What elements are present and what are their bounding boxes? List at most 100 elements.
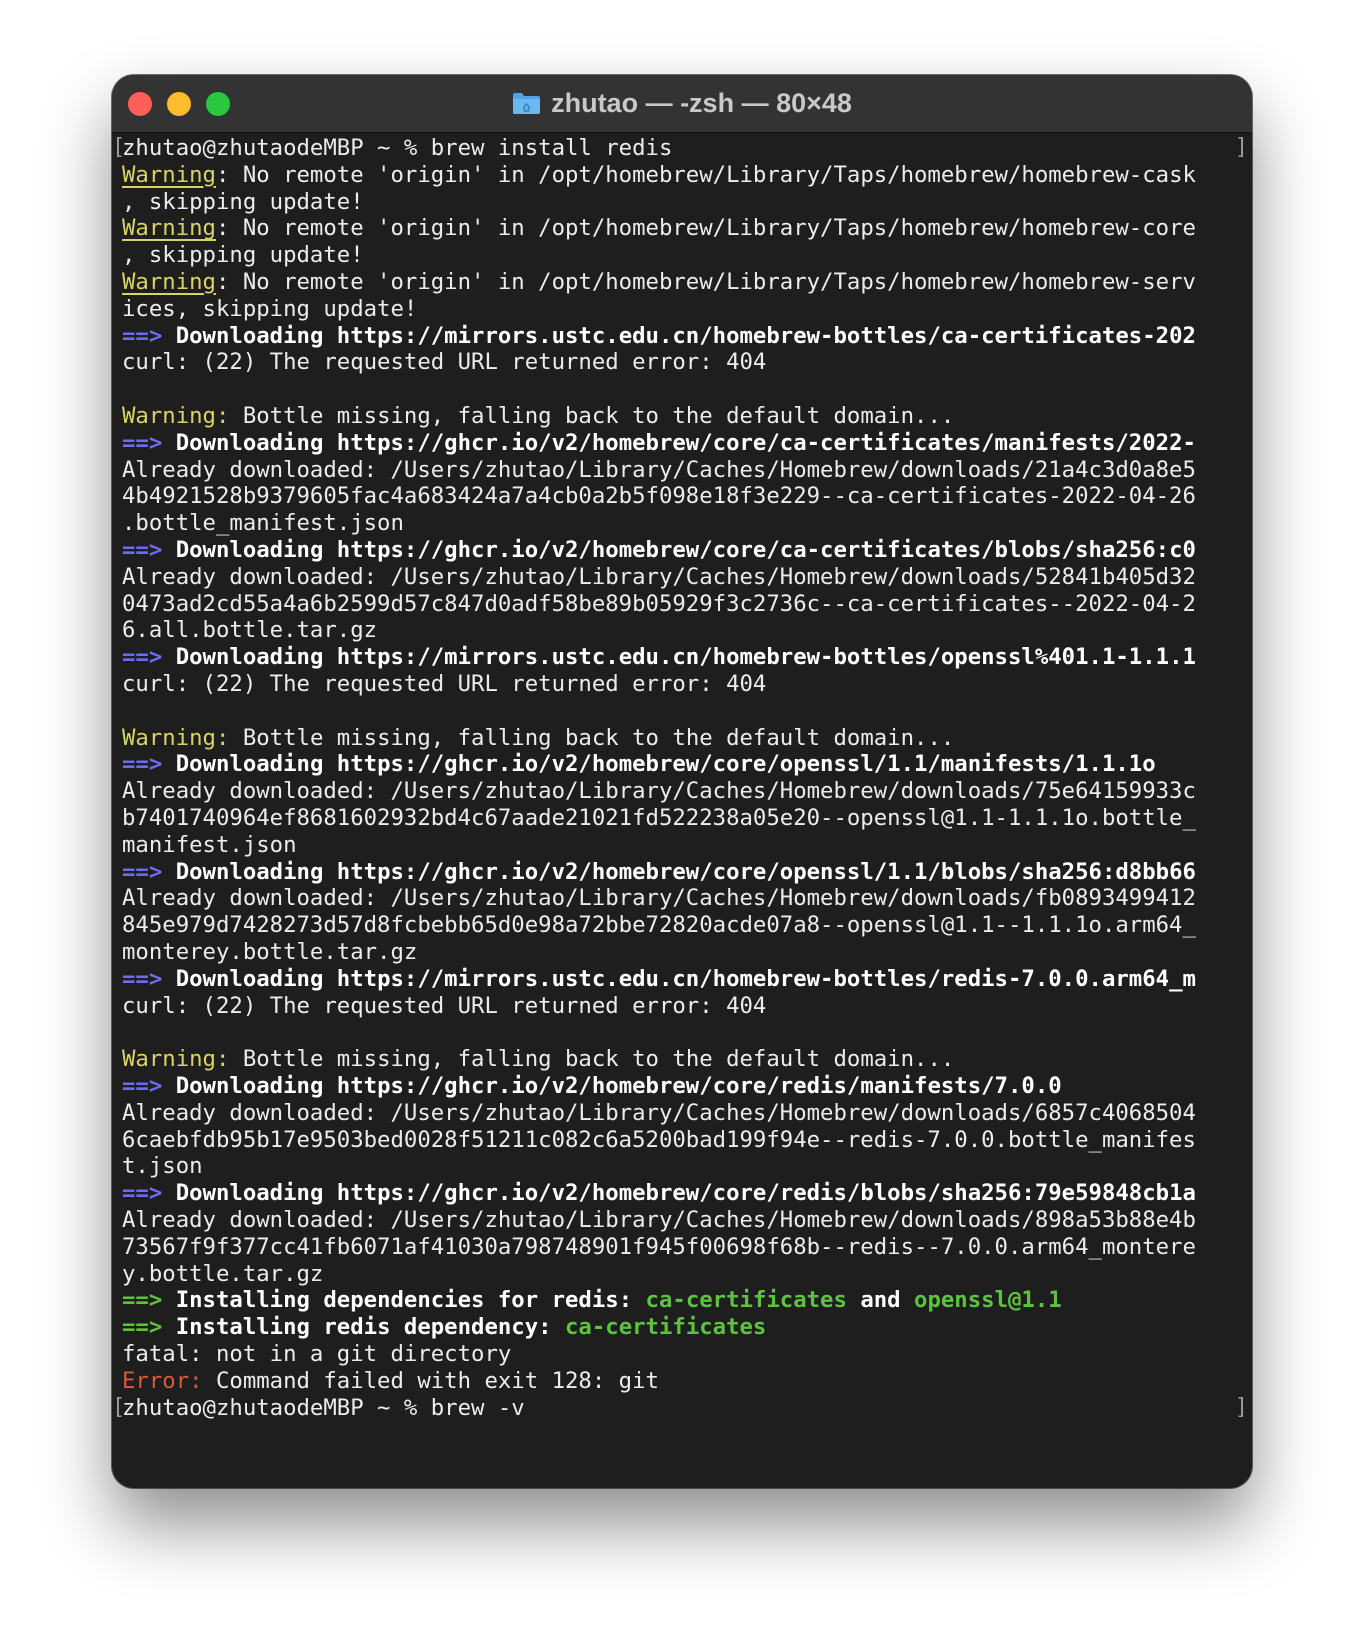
- terminal-line: ==> Downloading https://ghcr.io/v2/homeb…: [122, 429, 1196, 457]
- line-segment: ==>: [122, 965, 163, 992]
- terminal-line: ==> Installing redis dependency: ca-cert…: [122, 1313, 766, 1341]
- line-segment: openssl@1.1: [914, 1287, 1062, 1314]
- terminal-line: , skipping update!: [122, 241, 364, 269]
- terminal-line: curl: (22) The requested URL returned er…: [122, 670, 766, 698]
- window-title-wrap: zhutao — -zsh — 80×48: [112, 75, 1252, 132]
- line-segment: 845e979d7428273d57d8fcbebb65d0e98a72bbe7…: [122, 912, 1196, 939]
- terminal-line: Warning: No remote 'origin' in /opt/home…: [122, 161, 1196, 189]
- line-segment: ca-certificates: [645, 1287, 847, 1314]
- terminal-line: Warning: No remote 'origin' in /opt/home…: [122, 268, 1196, 296]
- line-segment: Installing dependencies for redis:: [162, 1287, 646, 1314]
- line-segment: Bottle missing, falling back to the defa…: [229, 724, 955, 751]
- line-segment: Command failed with exit 128: git: [202, 1367, 659, 1394]
- terminal-line: curl: (22) The requested URL returned er…: [122, 348, 766, 376]
- line-segment: and: [846, 1287, 915, 1314]
- terminal-line: Already downloaded: /Users/zhutao/Librar…: [122, 1206, 1196, 1234]
- terminal-line: Already downloaded: /Users/zhutao/Librar…: [122, 884, 1196, 912]
- terminal-line: 0473ad2cd55a4a6b2599d57c847d0adf58be89b0…: [122, 590, 1196, 618]
- window-title: zhutao — -zsh — 80×48: [551, 88, 852, 118]
- line-segment: : No remote 'origin' in /opt/homebrew/Li…: [215, 161, 1196, 188]
- terminal-line: curl: (22) The requested URL returned er…: [122, 992, 766, 1020]
- line-segment: Downloading https://mirrors.ustc.edu.cn/…: [162, 644, 1196, 671]
- line-segment: monterey.bottle.tar.gz: [122, 939, 418, 965]
- terminal-line: y.bottle.tar.gz: [122, 1260, 323, 1288]
- terminal-line: ==> Downloading https://ghcr.io/v2/homeb…: [122, 1072, 1062, 1100]
- terminal-line: Warning: Bottle missing, falling back to…: [122, 1045, 954, 1073]
- line-segment: ==>: [122, 1073, 163, 1099]
- line-segment: 6caebfdb95b17e9503bed0028f51211c082c6a52…: [122, 1126, 1196, 1153]
- terminal-line: t.json: [122, 1152, 203, 1180]
- line-segment: Downloading https://ghcr.io/v2/homebrew/…: [162, 1073, 1062, 1099]
- line-segment: ==>: [122, 644, 163, 671]
- line-segment: 73567f9f377cc41fb6071af41030a798748901f9…: [122, 1233, 1196, 1260]
- prompt-mark-right: ]: [1234, 135, 1248, 160]
- terminal-line: manifest.json: [122, 831, 297, 859]
- line-segment: : No remote 'origin' in /opt/homebrew/Li…: [215, 269, 1196, 295]
- terminal-line: ==> Downloading https://ghcr.io/v2/homeb…: [122, 536, 1196, 564]
- line-segment: t.json: [122, 1153, 203, 1180]
- line-segment: Already downloaded: /Users/zhutao/Librar…: [122, 1207, 1196, 1233]
- terminal-line: 4b4921528b9379605fac4a683424a7a4cb0a2b5f…: [122, 482, 1196, 510]
- line-segment: ==>: [122, 1287, 163, 1314]
- terminal-line: 845e979d7428273d57d8fcbebb65d0e98a72bbe7…: [122, 911, 1196, 939]
- terminal-line: ==> Downloading https://ghcr.io/v2/homeb…: [122, 858, 1196, 886]
- terminal-line: 73567f9f377cc41fb6071af41030a798748901f9…: [122, 1233, 1196, 1261]
- title-bar[interactable]: zhutao — -zsh — 80×48: [112, 75, 1252, 133]
- line-segment: y.bottle.tar.gz: [122, 1260, 324, 1287]
- terminal-line: zhutao@zhutaodeMBP ~ % brew install redi…: [122, 134, 672, 162]
- line-segment: Warning:: [122, 403, 230, 429]
- terminal-line: fatal: not in a git directory: [122, 1340, 511, 1368]
- line-segment: ==>: [122, 537, 163, 563]
- line-segment: manifest.json: [122, 831, 297, 858]
- line-segment: b7401740964ef8681602932bd4c67aade21021fd…: [122, 805, 1196, 831]
- line-segment: curl: (22) The requested URL returned er…: [122, 992, 767, 1019]
- line-segment: 6.all.bottle.tar.gz: [122, 617, 378, 644]
- terminal-line: .bottle_manifest.json: [122, 509, 404, 537]
- terminal-line: Already downloaded: /Users/zhutao/Librar…: [122, 456, 1196, 484]
- line-segment: Bottle missing, falling back to the defa…: [229, 1046, 955, 1073]
- terminal-line: Warning: No remote 'origin' in /opt/home…: [122, 214, 1196, 242]
- line-segment: ==>: [122, 429, 163, 456]
- line-segment: Warning: [122, 161, 216, 188]
- terminal-line: zhutao@zhutaodeMBP ~ % brew -v: [122, 1394, 525, 1422]
- line-segment: fatal: not in a git directory: [122, 1341, 512, 1367]
- terminal-line: Already downloaded: /Users/zhutao/Librar…: [122, 777, 1196, 805]
- line-segment: , skipping update!: [122, 188, 364, 215]
- terminal-line: b7401740964ef8681602932bd4c67aade21021fd…: [122, 804, 1196, 832]
- line-segment: ices, skipping update!: [122, 295, 418, 322]
- terminal-output[interactable]: zhutao@zhutaodeMBP ~ % brew install redi…: [112, 132, 1252, 1488]
- terminal-line: Warning: Bottle missing, falling back to…: [122, 724, 954, 752]
- terminal-line: Error: Command failed with exit 128: git: [122, 1367, 659, 1395]
- line-segment: 4b4921528b9379605fac4a683424a7a4cb0a2b5f…: [122, 483, 1196, 510]
- line-segment: ==>: [122, 858, 163, 885]
- line-segment: Downloading https://ghcr.io/v2/homebrew/…: [162, 751, 1156, 778]
- terminal-line: ==> Downloading https://mirrors.ustc.edu…: [122, 322, 1196, 350]
- prompt-mark-left: [: [112, 1394, 126, 1420]
- folder-icon: [512, 92, 541, 115]
- line-segment: Bottle missing, falling back to the defa…: [229, 403, 955, 429]
- line-segment: 0473ad2cd55a4a6b2599d57c847d0adf58be89b0…: [122, 590, 1196, 617]
- line-segment: : No remote 'origin' in /opt/homebrew/Li…: [215, 215, 1196, 242]
- line-segment: Downloading https://ghcr.io/v2/homebrew/…: [162, 1180, 1196, 1207]
- terminal-line: ==> Downloading https://ghcr.io/v2/homeb…: [122, 1179, 1196, 1207]
- line-segment: Downloading https://mirrors.ustc.edu.cn/…: [162, 965, 1196, 992]
- line-segment: Already downloaded: /Users/zhutao/Librar…: [122, 563, 1196, 590]
- terminal-line: Warning: Bottle missing, falling back to…: [122, 402, 954, 430]
- line-segment: Error:: [122, 1367, 203, 1394]
- terminal-line: ices, skipping update!: [122, 295, 417, 323]
- prompt-mark-right: ]: [1234, 1394, 1248, 1420]
- line-segment: curl: (22) The requested URL returned er…: [122, 349, 767, 376]
- terminal-line: , skipping update!: [122, 188, 364, 216]
- line-segment: Warning: [122, 215, 216, 242]
- terminal-window: zhutao — -zsh — 80×48 zhutao@zhutaodeMBP…: [112, 75, 1252, 1488]
- line-segment: Warning:: [122, 724, 230, 751]
- line-segment: curl: (22) The requested URL returned er…: [122, 671, 767, 697]
- line-segment: ==>: [122, 322, 163, 349]
- terminal-line: 6caebfdb95b17e9503bed0028f51211c082c6a52…: [122, 1126, 1196, 1154]
- line-segment: Downloading https://mirrors.ustc.edu.cn/…: [162, 322, 1196, 349]
- line-segment: Installing redis dependency:: [162, 1314, 565, 1341]
- line-segment: .bottle_manifest.json: [122, 510, 404, 537]
- terminal-line: ==> Downloading https://mirrors.ustc.edu…: [122, 965, 1196, 993]
- line-segment: Already downloaded: /Users/zhutao/Librar…: [122, 456, 1196, 483]
- line-segment: Warning:: [122, 1046, 230, 1073]
